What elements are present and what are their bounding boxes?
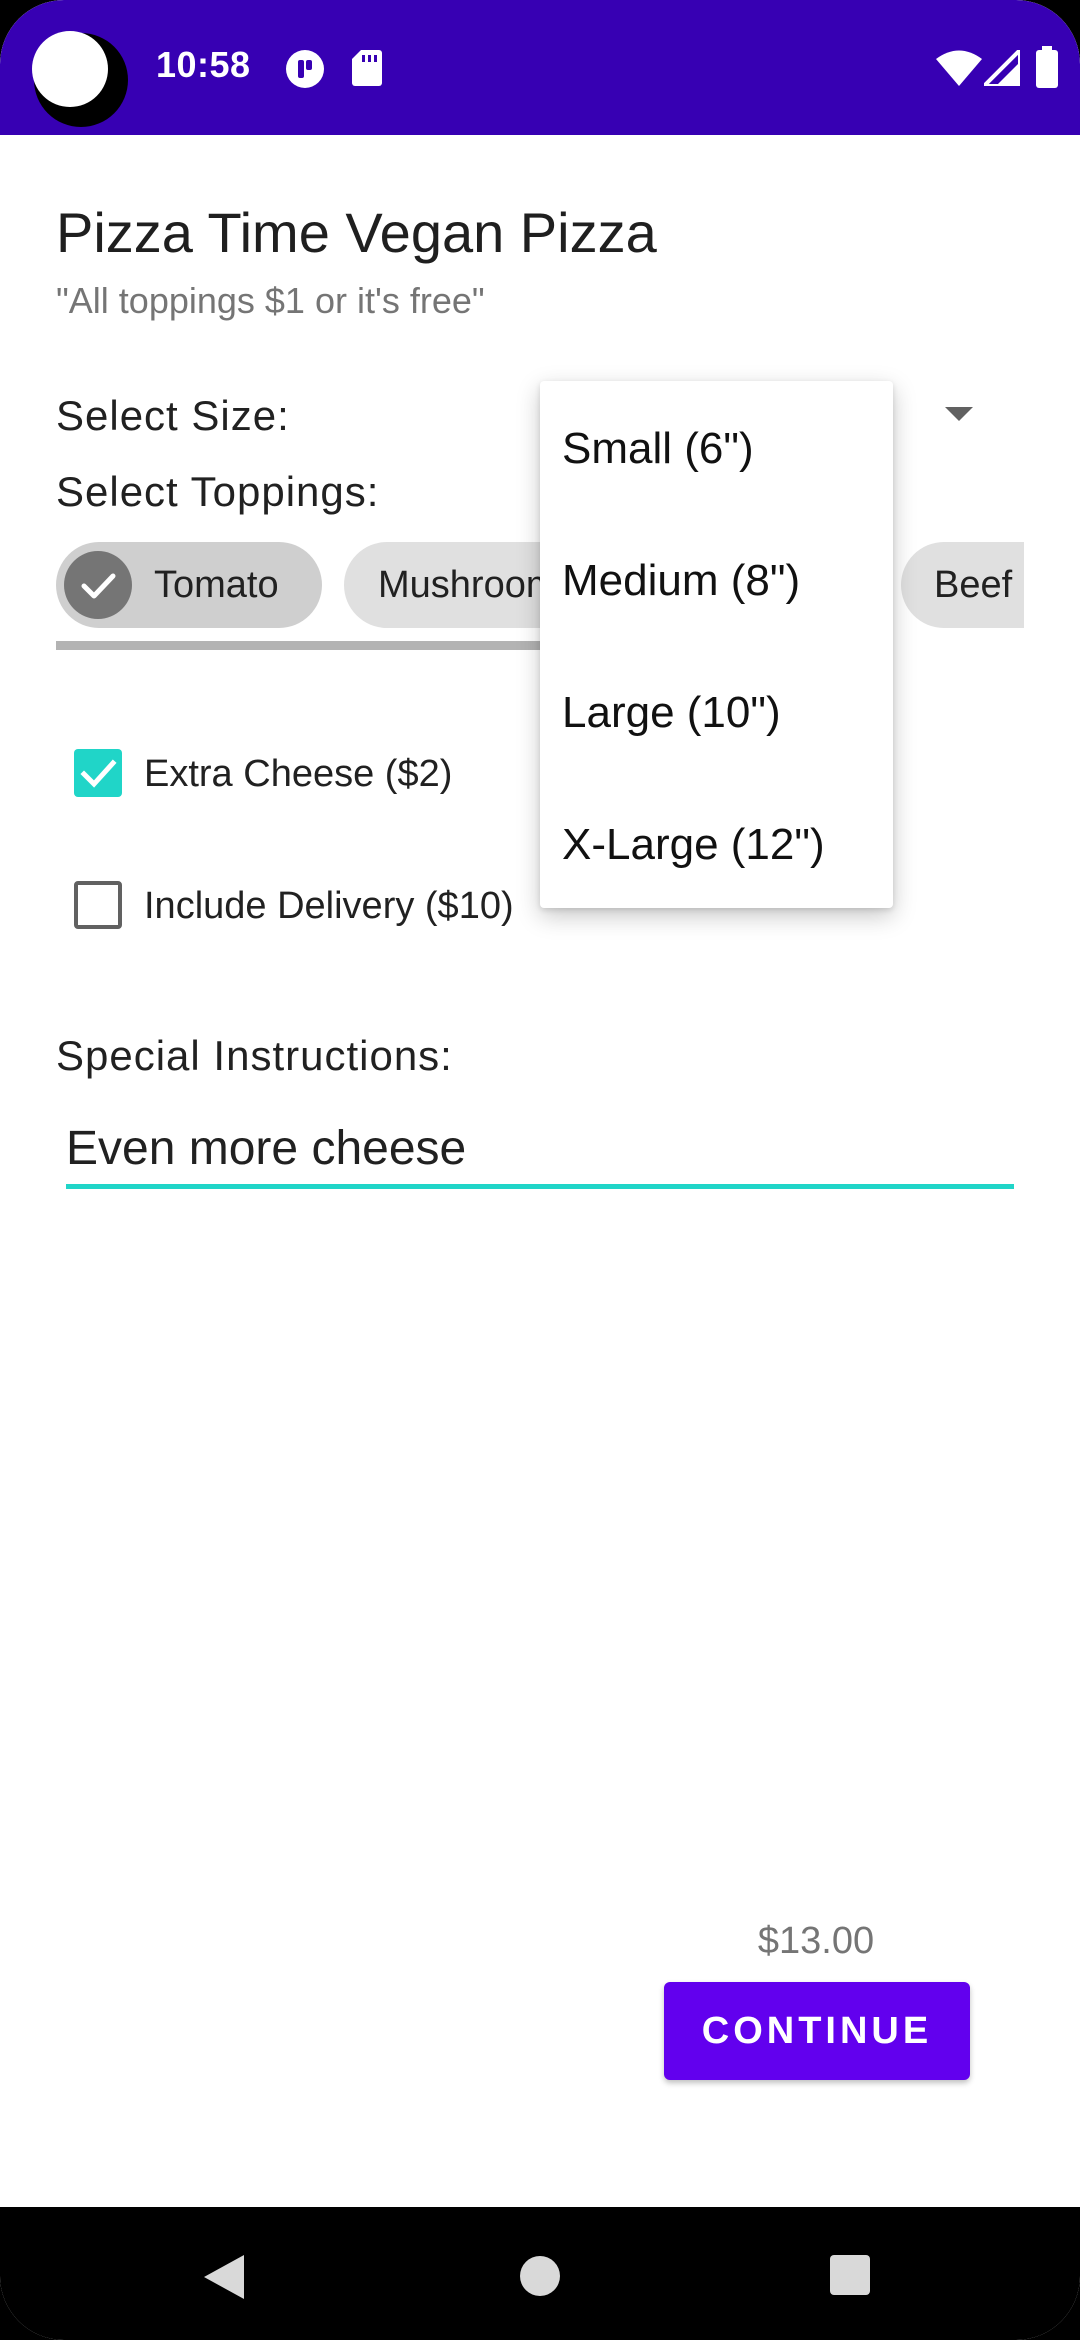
chip-beef[interactable]: Beef	[901, 542, 1024, 628]
battery-icon	[1036, 46, 1058, 88]
size-dropdown-arrow-icon[interactable]	[945, 407, 973, 421]
include-delivery-label: Include Delivery ($10)	[144, 885, 514, 927]
special-instructions-input[interactable]	[66, 1112, 1014, 1189]
select-toppings-label: Select Toppings:	[56, 468, 380, 515]
chip-label: Beef	[934, 564, 1013, 606]
check-icon	[64, 551, 132, 619]
include-delivery-checkbox[interactable]	[74, 881, 122, 929]
wifi-icon	[936, 50, 982, 86]
home-icon[interactable]	[520, 2256, 560, 2296]
continue-button[interactable]: CONTINUE	[664, 1982, 970, 2080]
check-icon	[80, 759, 117, 788]
special-instructions-label: Special Instructions:	[56, 1032, 453, 1079]
chip-label: Tomato	[154, 564, 279, 606]
recents-icon[interactable]	[830, 2255, 870, 2295]
app-notification-icon	[286, 50, 324, 88]
device-screen: 10:58 Pizza Time Vegan Pizza "All toppin…	[0, 0, 1080, 2340]
size-option-medium[interactable]: Medium (8")	[562, 556, 800, 606]
extra-cheese-checkbox[interactable]	[74, 749, 122, 797]
chip-tomato[interactable]: Tomato	[56, 542, 322, 628]
status-time: 10:58	[156, 44, 251, 85]
camera-cutout	[32, 31, 128, 127]
select-size-label: Select Size:	[56, 392, 290, 439]
size-option-x-large[interactable]: X-Large (12")	[562, 820, 825, 870]
total-price: $13.00	[757, 1920, 875, 1962]
size-dropdown-menu: Small (6") Medium (8") Large (10") X-Lar…	[540, 381, 893, 908]
navigation-bar	[0, 2207, 1080, 2340]
extra-cheese-label: Extra Cheese ($2)	[144, 753, 453, 795]
size-option-small[interactable]: Small (6")	[562, 424, 754, 474]
back-icon[interactable]	[204, 2255, 244, 2299]
size-option-large[interactable]: Large (10")	[562, 688, 781, 738]
page-subtitle: "All toppings $1 or it's free"	[56, 280, 485, 321]
page-title: Pizza Time Vegan Pizza	[56, 201, 657, 264]
signal-icon	[984, 50, 1020, 86]
sd-card-icon	[352, 50, 382, 86]
status-bar: 10:58	[0, 0, 1080, 135]
chip-scrollbar[interactable]	[56, 641, 596, 650]
